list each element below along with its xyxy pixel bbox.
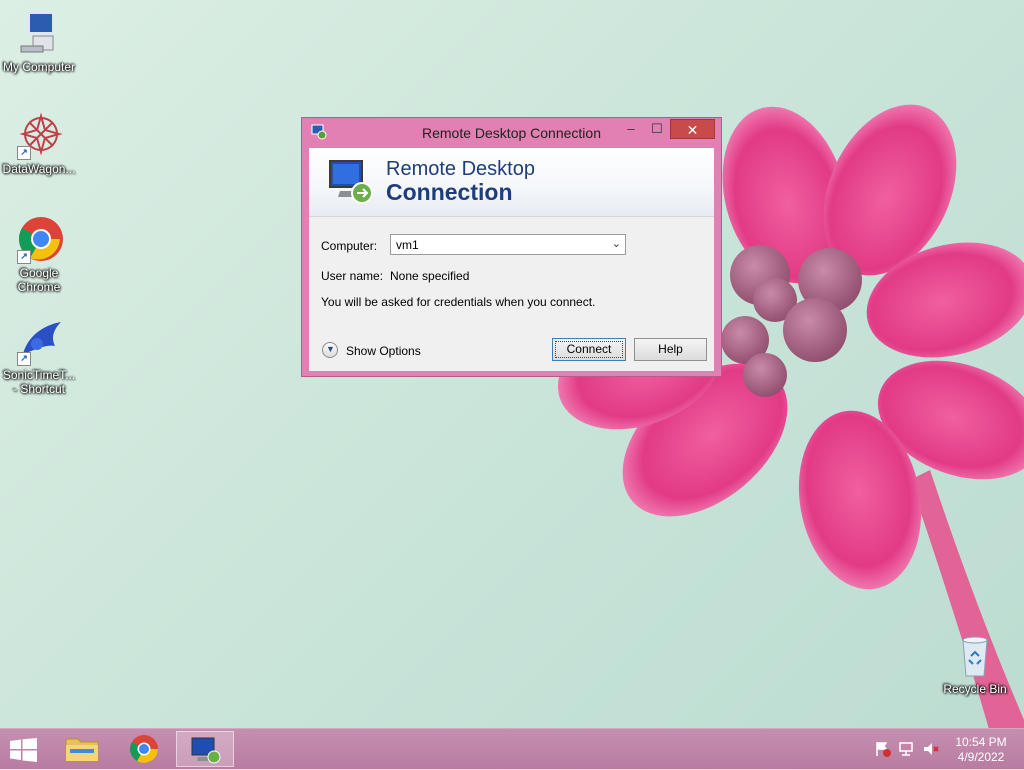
taskbar: 10:54 PM 4/9/2022: [0, 728, 1024, 769]
chrome-icon: [130, 735, 158, 763]
computer-icon: [15, 10, 63, 58]
banner: Remote Desktop Connection: [309, 148, 714, 217]
desktop-icon-my-computer[interactable]: My Computer: [0, 10, 78, 74]
desktop-icon-label: Recycle Bin: [943, 682, 1007, 696]
expand-circle-icon[interactable]: ▼: [322, 342, 338, 358]
folder-icon: [65, 738, 99, 762]
desktop-icon-label: My Computer: [2, 60, 76, 74]
clock-date: 4/9/2022: [957, 750, 1005, 764]
desktop-icon-label: SonicTimeT... - Shortcut: [2, 368, 76, 396]
network-icon[interactable]: [898, 741, 916, 757]
desktop-icon-recycle-bin[interactable]: Recycle Bin: [936, 632, 1014, 696]
clock-time: 10:54 PM: [955, 735, 1007, 749]
maximize-button[interactable]: ☐: [644, 119, 670, 139]
minimize-button[interactable]: –: [618, 119, 644, 139]
sonic-icon: ↗: [15, 318, 63, 366]
taskbar-clock[interactable]: 10:54 PM 4/9/2022: [948, 735, 1014, 765]
chevron-down-icon[interactable]: ⌄: [612, 237, 621, 250]
shortcut-arrow-icon: ↗: [17, 146, 31, 160]
connect-button[interactable]: Connect: [552, 338, 626, 361]
taskbar-remote-desktop[interactable]: [176, 731, 234, 767]
computer-label: Computer:: [321, 239, 378, 253]
desktop-icon-datawagon[interactable]: ↗ DataWagon...: [0, 112, 78, 176]
user-name-label: User name:: [321, 269, 384, 283]
chrome-icon: ↗: [15, 216, 63, 264]
desktop-icon-label: Google Chrome: [17, 266, 61, 294]
datawagon-icon: ↗: [15, 112, 63, 160]
computer-value: vm1: [396, 238, 419, 252]
taskbar-chrome[interactable]: [116, 731, 172, 767]
banner-title-line2: Connection: [386, 179, 513, 205]
credentials-info-text: You will be asked for credentials when y…: [321, 295, 596, 309]
recycle-bin-icon: [951, 632, 999, 680]
computer-combobox[interactable]: vm1 ⌄: [390, 234, 626, 255]
window-client-area: Remote Desktop Connection Computer: vm1 …: [309, 148, 714, 371]
volume-muted-icon[interactable]: [922, 741, 940, 757]
remote-desktop-monitor-icon: [326, 157, 374, 205]
shortcut-arrow-icon: ↗: [17, 250, 31, 264]
wallpaper-flower: [557, 104, 1024, 768]
user-name-value: None specified: [390, 269, 470, 283]
help-button[interactable]: Help: [634, 338, 707, 361]
close-button[interactable]: ✕: [670, 119, 715, 139]
shortcut-arrow-icon: ↗: [17, 352, 31, 366]
remote-desktop-window[interactable]: Remote Desktop Connection – ☐ ✕ Remote D…: [301, 117, 722, 377]
action-center-flag-icon[interactable]: [874, 741, 892, 757]
desktop-icon-google-chrome[interactable]: ↗ Google Chrome: [0, 216, 78, 294]
windows-start-icon[interactable]: [10, 738, 38, 762]
remote-desktop-icon: [191, 737, 221, 764]
desktop-icon-label: DataWagon...: [2, 162, 76, 176]
desktop-icon-sonictimetracker[interactable]: ↗ SonicTimeT... - Shortcut: [0, 318, 78, 396]
title-bar[interactable]: Remote Desktop Connection – ☐ ✕: [302, 118, 721, 148]
taskbar-file-explorer[interactable]: [54, 731, 110, 767]
focus-rect: [555, 341, 623, 358]
show-options-label[interactable]: Show Options: [346, 344, 421, 358]
banner-title-line1: Remote Desktop: [386, 158, 535, 180]
